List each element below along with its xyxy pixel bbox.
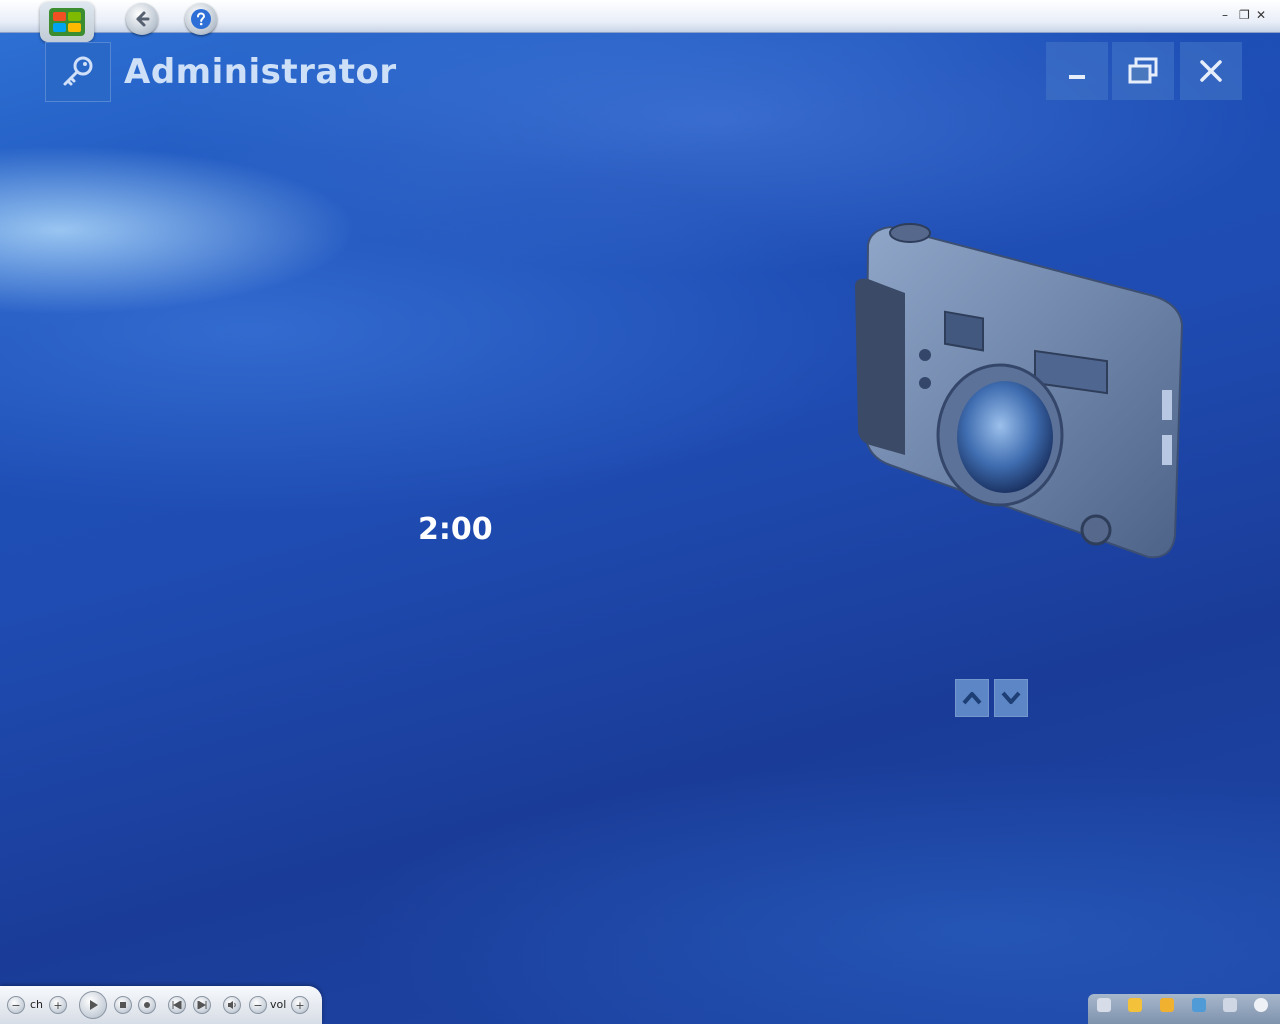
titlebar-restore-button[interactable]: ❐ (1239, 8, 1250, 22)
close-icon (1200, 60, 1222, 82)
minimize-button[interactable] (1046, 42, 1108, 100)
system-tray (1088, 994, 1280, 1024)
restore-button[interactable] (1112, 42, 1174, 100)
display-icon[interactable] (1223, 998, 1237, 1012)
scroll-down-button[interactable] (994, 679, 1028, 717)
volume-down-button[interactable]: − (249, 996, 267, 1014)
start-button[interactable] (40, 2, 94, 42)
search-icon[interactable] (1097, 998, 1111, 1012)
back-arrow-icon (136, 11, 150, 27)
volume-label: vol (270, 998, 287, 1011)
volume-up-button[interactable]: + (291, 996, 309, 1014)
speaker-icon (228, 1001, 236, 1009)
record-button[interactable] (138, 996, 156, 1014)
record-icon (144, 1002, 150, 1008)
next-icon (197, 1001, 207, 1009)
clock-icon[interactable] (1254, 998, 1268, 1012)
channel-up-button[interactable]: + (49, 996, 67, 1014)
chevron-up-icon (962, 692, 982, 705)
user-key-tile (45, 42, 111, 102)
key-icon (63, 56, 93, 86)
titlebar-close-button[interactable]: ✕ (1256, 8, 1266, 22)
scroll-up-button[interactable] (955, 679, 989, 717)
next-button[interactable] (193, 996, 211, 1014)
back-button[interactable] (126, 3, 158, 35)
camera-icon (855, 223, 1184, 559)
countdown-timer: 2:00 (418, 512, 493, 547)
restore-icon (1128, 57, 1158, 84)
play-button[interactable] (79, 991, 107, 1019)
help-icon (191, 9, 211, 29)
stop-icon (120, 1002, 126, 1008)
mute-button[interactable] (223, 996, 241, 1014)
channel-label: ch (30, 998, 44, 1011)
close-button[interactable] (1180, 42, 1242, 100)
help-button[interactable] (185, 3, 217, 35)
minimize-icon (1069, 75, 1085, 79)
network-icon[interactable] (1192, 998, 1206, 1012)
lightning-icon[interactable] (1160, 998, 1174, 1012)
chevron-down-icon (1001, 691, 1021, 704)
titlebar-minimize-button[interactable]: – (1222, 8, 1228, 22)
channel-down-button[interactable]: − (7, 996, 25, 1014)
play-icon (90, 1000, 98, 1010)
previous-button[interactable] (168, 996, 186, 1014)
previous-icon (172, 1001, 182, 1009)
stop-button[interactable] (114, 996, 132, 1014)
shield-icon[interactable] (1128, 998, 1142, 1012)
page-title: Administrator (124, 52, 397, 92)
windows-logo-icon (49, 8, 85, 36)
